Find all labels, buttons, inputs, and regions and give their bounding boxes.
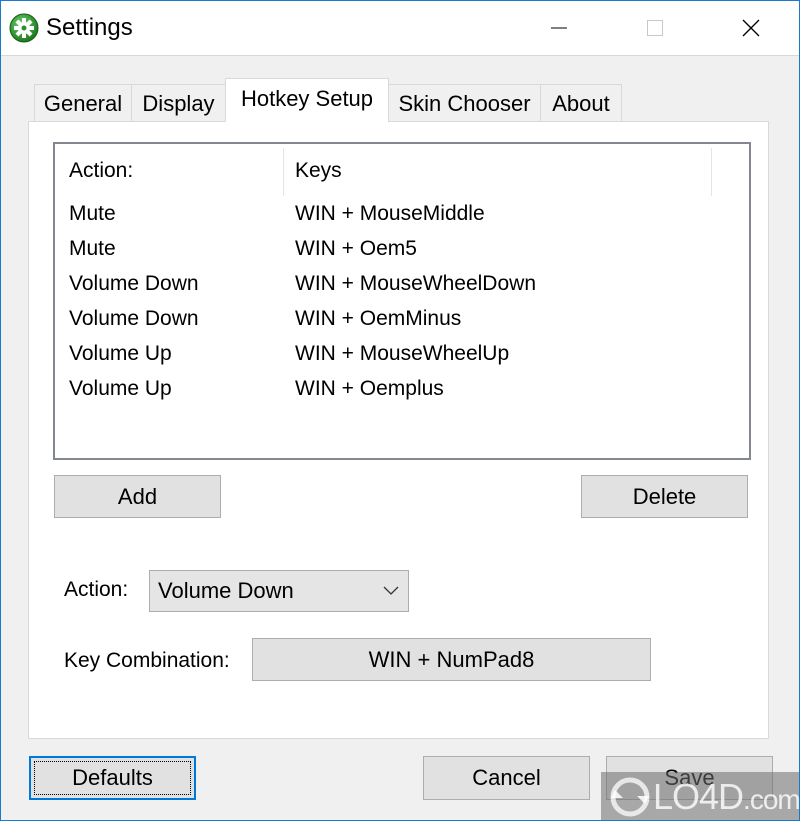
keys-cell: WIN + Oem5 — [295, 237, 417, 260]
watermark: LO4D.com — [601, 772, 800, 820]
close-button[interactable] — [703, 1, 799, 55]
list-item[interactable]: Mute WIN + MouseMiddle — [55, 196, 749, 231]
keys-cell: WIN + Oemplus — [295, 377, 444, 400]
list-item[interactable]: Volume Up WIN + Oemplus — [55, 371, 749, 406]
column-separator[interactable] — [283, 148, 284, 196]
list-item[interactable]: Volume Down WIN + OemMinus — [55, 301, 749, 336]
defaults-button[interactable]: Defaults — [29, 756, 196, 800]
keys-cell: WIN + MouseWheelUp — [295, 342, 510, 365]
tab-hotkey-setup[interactable]: Hotkey Setup — [225, 78, 389, 122]
column-separator[interactable] — [711, 148, 712, 196]
add-button[interactable]: Add — [54, 475, 221, 518]
action-cell: Volume Up — [69, 342, 172, 365]
watermark-suffix: .com — [743, 784, 800, 815]
keys-cell: WIN + MouseMiddle — [295, 202, 485, 225]
list-item[interactable]: Mute WIN + Oem5 — [55, 231, 749, 266]
tab-about[interactable]: About — [540, 84, 622, 121]
action-cell: Volume Down — [69, 272, 199, 295]
cancel-button[interactable]: Cancel — [423, 756, 590, 800]
window-title: Settings — [46, 14, 133, 41]
lo4d-logo-icon — [610, 777, 650, 817]
tab-general[interactable]: General — [34, 84, 132, 121]
action-cell: Mute — [69, 202, 116, 225]
action-dropdown-value: Volume Down — [158, 578, 294, 603]
watermark-brand: LO4D — [653, 776, 744, 817]
maximize-icon — [647, 20, 663, 36]
action-dropdown[interactable]: Volume Down — [149, 570, 409, 612]
action-cell: Volume Up — [69, 377, 172, 400]
close-icon — [742, 19, 760, 37]
action-cell: Volume Down — [69, 307, 199, 330]
key-combination-button[interactable]: WIN + NumPad8 — [252, 638, 651, 681]
column-header-keys[interactable]: Keys — [295, 144, 342, 198]
minimize-icon — [551, 27, 567, 29]
minimize-button[interactable] — [511, 1, 607, 55]
chevron-down-icon — [383, 586, 399, 595]
action-cell: Mute — [69, 237, 116, 260]
maximize-button[interactable] — [607, 1, 703, 55]
list-item[interactable]: Volume Up WIN + MouseWheelUp — [55, 336, 749, 371]
key-combination-label: Key Combination: — [64, 649, 230, 672]
settings-window: Settings General Display Hotkey Setup Sk… — [0, 0, 800, 821]
watermark-text: LO4D.com — [653, 776, 800, 818]
tab-display[interactable]: Display — [131, 84, 226, 121]
gear-icon — [9, 13, 39, 43]
focus-rectangle — [34, 761, 191, 795]
tab-skin-chooser[interactable]: Skin Chooser — [388, 84, 541, 121]
delete-button[interactable]: Delete — [581, 475, 748, 518]
hotkey-list[interactable]: Action: Keys Mute WIN + MouseMiddle Mute… — [53, 142, 751, 460]
keys-cell: WIN + MouseWheelDown — [295, 272, 536, 295]
title-bar[interactable]: Settings — [1, 1, 799, 56]
list-item[interactable]: Volume Down WIN + MouseWheelDown — [55, 266, 749, 301]
hotkey-setup-panel: Action: Keys Mute WIN + MouseMiddle Mute… — [28, 121, 769, 739]
column-header-action[interactable]: Action: — [69, 144, 133, 198]
action-label: Action: — [64, 578, 129, 601]
keys-cell: WIN + OemMinus — [295, 307, 462, 330]
